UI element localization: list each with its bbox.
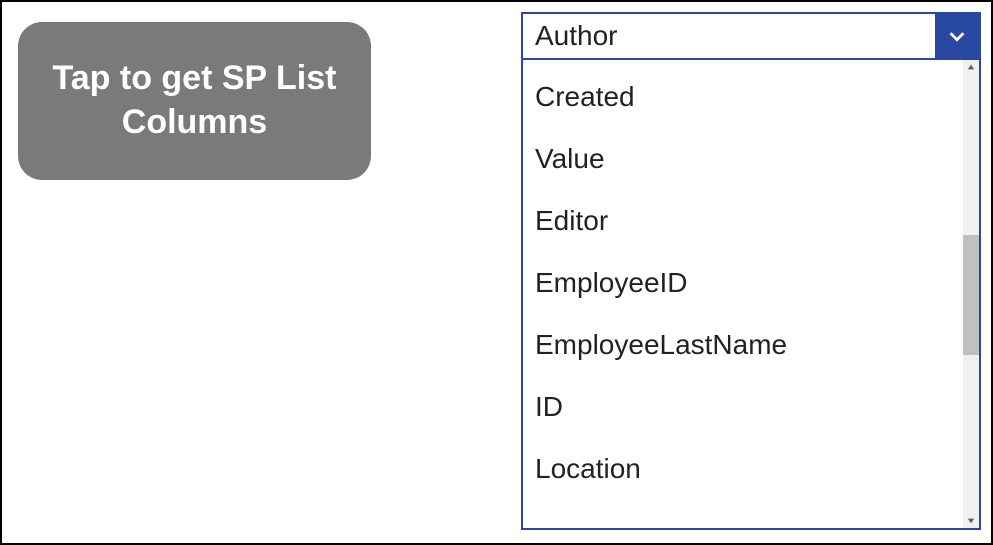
dropdown-option[interactable]: Created [535,66,963,128]
dropdown-items-container: Created Value Editor EmployeeID Employee… [523,60,963,506]
dropdown-option[interactable]: Editor [535,190,963,252]
dropdown-option[interactable]: EmployeeID [535,252,963,314]
scroll-down-arrow-icon[interactable] [963,514,979,528]
scrollbar-track[interactable] [963,60,979,528]
dropdown-selected[interactable]: Author [521,12,981,60]
chevron-down-icon [935,14,979,58]
dropdown-selected-value: Author [523,14,935,58]
get-sp-list-columns-button[interactable]: Tap to get SP List Columns [18,22,371,180]
app-container: Tap to get SP List Columns Author Create… [2,2,991,543]
dropdown-option[interactable]: Value [535,128,963,190]
columns-dropdown: Author Created Value Editor EmployeeID E… [521,12,981,530]
dropdown-option[interactable]: ID [535,376,963,438]
button-label: Tap to get SP List Columns [38,57,351,144]
dropdown-list: Created Value Editor EmployeeID Employee… [521,60,981,530]
dropdown-option[interactable]: EmployeeLastName [535,314,963,376]
scrollbar-thumb[interactable] [963,235,979,355]
scroll-up-arrow-icon[interactable] [963,60,979,74]
dropdown-option[interactable]: Location [535,438,963,500]
